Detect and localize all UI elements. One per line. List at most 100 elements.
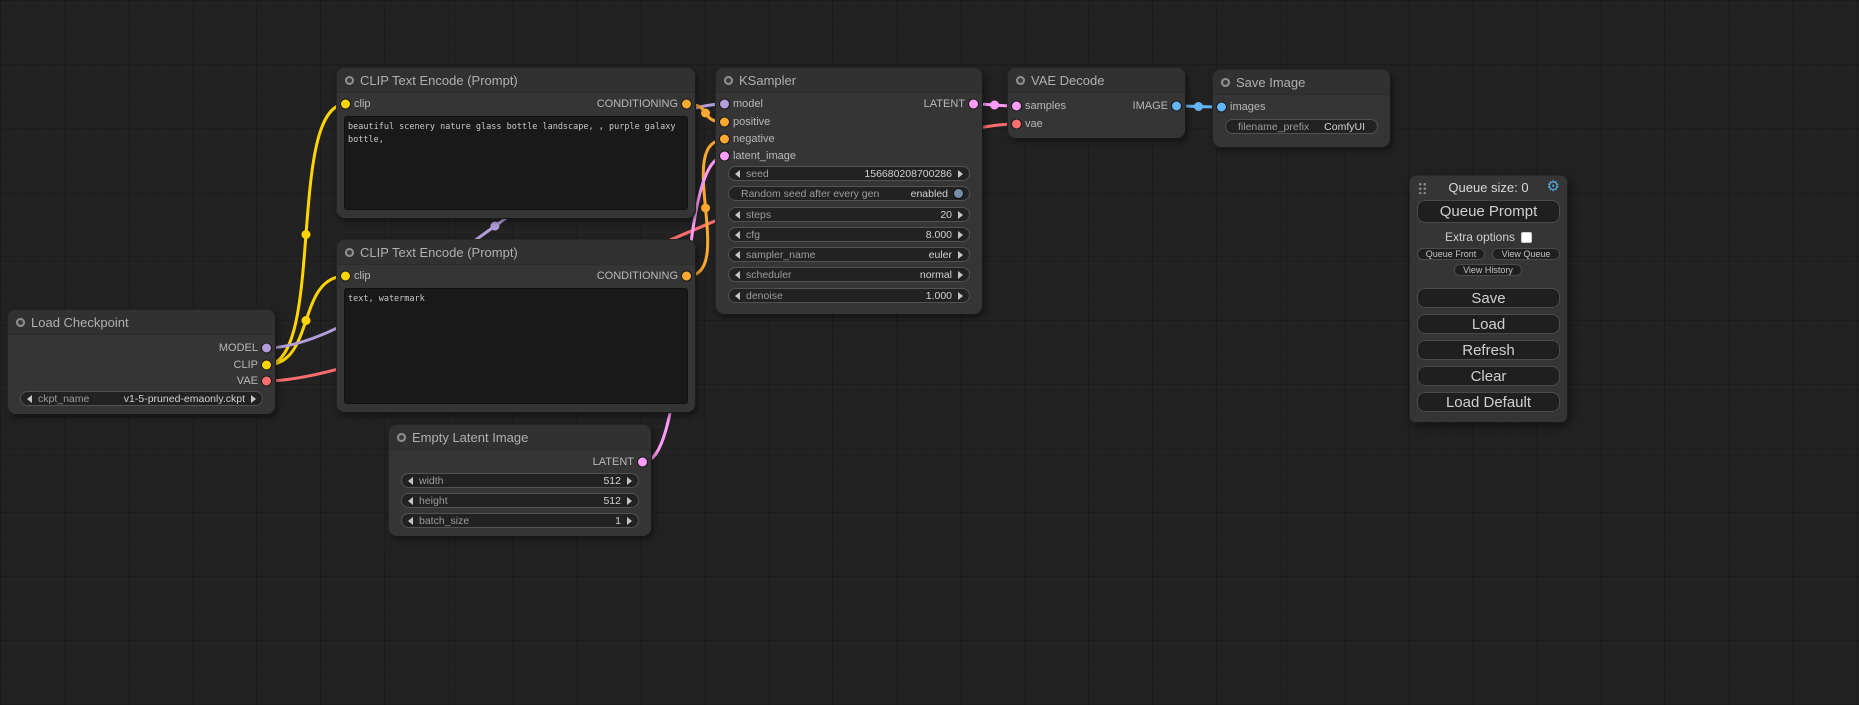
increment-arrow-icon[interactable] [958,251,963,259]
queue-prompt-button[interactable]: Queue Prompt [1417,200,1560,223]
node-title-bar[interactable]: CLIP Text Encode (Prompt) [337,240,695,265]
node-save-image[interactable]: Save Image images filename_prefix ComfyU… [1213,70,1390,147]
decrement-arrow-icon[interactable] [735,292,740,300]
model-output-dot[interactable] [262,344,271,353]
increment-arrow-icon[interactable] [958,231,963,239]
widget-label: filename_prefix [1238,121,1309,133]
load-button[interactable]: Load [1417,314,1560,334]
vae-input-dot[interactable] [1012,120,1021,129]
decrement-arrow-icon[interactable] [408,497,413,505]
queue-size-label: Queue size: 0 [1410,180,1567,195]
menu-header: Queue size: 0 ⚙ [1410,180,1567,197]
latent-output-dot[interactable] [638,458,647,467]
negative-prompt-textarea[interactable]: text, watermark [344,288,688,404]
decrement-arrow-icon[interactable] [408,477,413,485]
input-slot-negative: negative [716,132,775,146]
node-ksampler[interactable]: KSampler model positive negative latent_… [716,68,982,314]
decrement-arrow-icon[interactable] [27,395,32,403]
image-output-dot[interactable] [1172,102,1181,111]
model-input-dot[interactable] [720,100,729,109]
positive-input-dot[interactable] [720,118,729,127]
widget-label: seed [746,168,769,180]
filename-prefix-widget[interactable]: filename_prefix ComfyUI [1225,119,1378,134]
sampler-name-widget[interactable]: sampler_name euler [728,247,970,262]
node-clip-text-encode-positive[interactable]: CLIP Text Encode (Prompt) clip CONDITION… [337,68,695,218]
increment-arrow-icon[interactable] [627,477,632,485]
slot-label: images [1230,101,1265,113]
node-status-dot-icon[interactable] [16,318,25,327]
denoise-widget[interactable]: denoise 1.000 [728,288,970,303]
node-load-checkpoint[interactable]: Load Checkpoint MODEL CLIP VAE ckpt_name… [8,310,275,414]
node-title-bar[interactable]: Empty Latent Image [389,425,651,450]
increment-arrow-icon[interactable] [627,517,632,525]
cfg-widget[interactable]: cfg 8.000 [728,227,970,242]
latent-output-dot[interactable] [969,100,978,109]
clip-input-dot[interactable] [341,100,350,109]
slot-label: LATENT [593,456,634,468]
node-status-dot-icon[interactable] [345,76,354,85]
node-status-dot-icon[interactable] [724,76,733,85]
ckpt-name-widget[interactable]: ckpt_name v1-5-pruned-emaonly.ckpt [20,391,263,406]
images-input-dot[interactable] [1217,103,1226,112]
clear-button[interactable]: Clear [1417,366,1560,386]
node-status-dot-icon[interactable] [345,248,354,257]
increment-arrow-icon[interactable] [958,292,963,300]
node-title-bar[interactable]: Save Image [1213,70,1390,95]
increment-arrow-icon[interactable] [627,497,632,505]
steps-widget[interactable]: steps 20 [728,207,970,222]
node-graph-canvas[interactable]: Load Checkpoint MODEL CLIP VAE ckpt_name… [0,0,1859,705]
node-title-bar[interactable]: CLIP Text Encode (Prompt) [337,68,695,93]
random-seed-toggle-widget[interactable]: Random seed after every gen enabled [728,186,970,201]
node-status-dot-icon[interactable] [397,433,406,442]
node-status-dot-icon[interactable] [1221,78,1230,87]
conditioning-output-dot[interactable] [682,100,691,109]
latent-image-input-dot[interactable] [720,152,729,161]
decrement-arrow-icon[interactable] [408,517,413,525]
view-history-button[interactable]: View History [1454,264,1522,276]
decrement-arrow-icon[interactable] [735,271,740,279]
extra-options-checkbox[interactable] [1521,232,1532,243]
view-queue-button[interactable]: View Queue [1492,248,1560,260]
clip-output-dot[interactable] [262,361,271,370]
slot-label: clip [354,98,371,110]
conditioning-output-dot[interactable] [682,272,691,281]
settings-gear-icon[interactable]: ⚙ [1547,178,1560,196]
load-default-button[interactable]: Load Default [1417,392,1560,412]
node-empty-latent-image[interactable]: Empty Latent Image LATENT width 512 heig… [389,425,651,536]
widget-label: scheduler [746,269,792,281]
vae-output-dot[interactable] [262,377,271,386]
input-slot-model: model [716,97,763,111]
node-clip-text-encode-negative[interactable]: CLIP Text Encode (Prompt) clip CONDITION… [337,240,695,412]
decrement-arrow-icon[interactable] [735,211,740,219]
increment-arrow-icon[interactable] [958,271,963,279]
height-widget[interactable]: height 512 [401,493,639,508]
node-status-dot-icon[interactable] [1016,76,1025,85]
output-slot-latent: LATENT [593,455,651,469]
increment-arrow-icon[interactable] [958,211,963,219]
output-slot-conditioning: CONDITIONING [597,97,695,111]
node-title-bar[interactable]: KSampler [716,68,982,93]
node-title-bar[interactable]: VAE Decode [1008,68,1185,93]
clip-input-dot[interactable] [341,272,350,281]
decrement-arrow-icon[interactable] [735,231,740,239]
seed-widget[interactable]: seed 156680208700286 [728,166,970,181]
widget-label: width [419,475,444,487]
negative-input-dot[interactable] [720,135,729,144]
width-widget[interactable]: width 512 [401,473,639,488]
positive-prompt-textarea[interactable]: beautiful scenery nature glass bottle la… [344,116,688,210]
increment-arrow-icon[interactable] [251,395,256,403]
save-button[interactable]: Save [1417,288,1560,308]
samples-input-dot[interactable] [1012,102,1021,111]
toggle-on-dot[interactable] [954,189,963,198]
refresh-button[interactable]: Refresh [1417,340,1560,360]
node-vae-decode[interactable]: VAE Decode samples vae IMAGE [1008,68,1185,138]
increment-arrow-icon[interactable] [958,170,963,178]
input-slot-latent-image: latent_image [716,149,796,163]
decrement-arrow-icon[interactable] [735,251,740,259]
output-slot-clip: CLIP [234,358,275,372]
batch-size-widget[interactable]: batch_size 1 [401,513,639,528]
decrement-arrow-icon[interactable] [735,170,740,178]
node-title-bar[interactable]: Load Checkpoint [8,310,275,335]
scheduler-widget[interactable]: scheduler normal [728,267,970,282]
queue-front-button[interactable]: Queue Front [1417,248,1485,260]
